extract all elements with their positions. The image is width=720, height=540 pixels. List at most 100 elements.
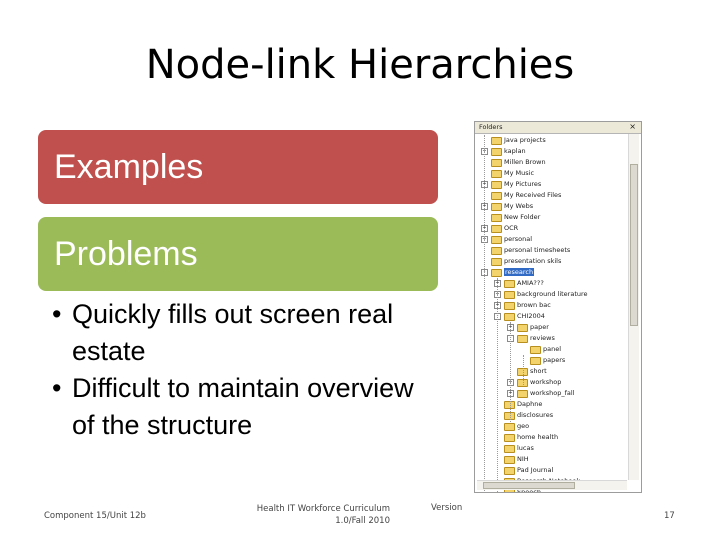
footer-component: Component 15/Unit 12b xyxy=(44,511,146,521)
folder-icon xyxy=(491,137,502,145)
tree-guide-line xyxy=(497,278,498,492)
folder-icon xyxy=(491,247,502,255)
folder-name: disclosures xyxy=(517,411,554,419)
footer-version: Version xyxy=(431,503,463,513)
footer-curriculum: Health IT Workforce Curriculum 1.0/Fall … xyxy=(240,503,390,527)
folder-tree-item[interactable]: + OCR xyxy=(475,223,627,234)
horizontal-scrollbar[interactable] xyxy=(477,480,627,490)
problems-heading-label: Problems xyxy=(54,234,198,273)
folder-tree-item[interactable]: My Received Files xyxy=(475,190,627,201)
bullet-dot: • xyxy=(52,299,62,329)
folder-icon xyxy=(517,390,528,398)
folder-name: brown bac xyxy=(517,301,551,309)
folder-icon xyxy=(491,192,502,200)
folder-name: research xyxy=(504,268,535,276)
folder-icon xyxy=(530,346,541,354)
folder-name: papers xyxy=(543,356,566,364)
folder-tree-item[interactable]: - research xyxy=(475,267,627,278)
tree-guide-line xyxy=(484,135,485,492)
folder-icon xyxy=(504,280,515,288)
folder-name: short xyxy=(530,367,547,375)
folder-icon xyxy=(491,159,502,167)
folder-icon xyxy=(504,423,515,431)
folder-icon xyxy=(504,291,515,299)
folder-name: My Pictures xyxy=(504,180,542,188)
folder-tree-item[interactable]: Millen Brown xyxy=(475,157,627,168)
folder-name: Pad Journal xyxy=(517,466,554,474)
folder-tree-item[interactable]: New Folder xyxy=(475,212,627,223)
folder-tree-rows: Java projects + kaplan Millen Brown My Music… xyxy=(475,135,627,492)
bullet-item: • Quickly fills out screen real estate xyxy=(52,296,442,370)
folder-icon xyxy=(491,258,502,266)
folder-icon xyxy=(491,170,502,178)
folder-icon xyxy=(504,445,515,453)
folder-icon xyxy=(491,214,502,222)
folder-name: personal timesheets xyxy=(504,246,571,254)
folder-icon xyxy=(517,335,528,343)
folder-name: AMIA??? xyxy=(517,279,544,287)
folder-name: My Received Files xyxy=(504,191,562,199)
folder-tree-item[interactable]: My Music xyxy=(475,168,627,179)
examples-heading-band: Examples xyxy=(38,130,438,204)
folder-icon xyxy=(491,269,502,277)
folder-name: OCR xyxy=(504,224,519,232)
folder-icon xyxy=(491,225,502,233)
folder-name: background literature xyxy=(517,290,588,298)
bullet-item: • Difficult to maintain overview of the … xyxy=(52,370,442,444)
folder-icon xyxy=(530,357,541,365)
scrollbar-thumb[interactable] xyxy=(630,164,638,326)
bullet-dot: • xyxy=(52,373,62,403)
folder-icon xyxy=(517,324,528,332)
close-icon[interactable]: × xyxy=(629,122,636,131)
folder-icon xyxy=(504,313,515,321)
page-number: 17 xyxy=(664,511,675,521)
folder-tree-item[interactable]: + personal xyxy=(475,234,627,245)
folder-icon xyxy=(504,467,515,475)
folder-tree-item[interactable]: Java projects xyxy=(475,135,627,146)
vertical-scrollbar[interactable] xyxy=(628,134,639,480)
folder-name: My Music xyxy=(504,169,535,177)
folder-name: reviews xyxy=(530,334,555,342)
scrollbar-thumb[interactable] xyxy=(483,482,575,489)
folder-tree-item[interactable]: + My Pictures xyxy=(475,179,627,190)
folder-name: CHI2004 xyxy=(517,312,545,320)
folder-name: presentation skils xyxy=(504,257,562,265)
folder-name: paper xyxy=(530,323,549,331)
folder-name: panel xyxy=(543,345,562,353)
folder-icon xyxy=(491,181,502,189)
footer-curriculum-line1: Health IT Workforce Curriculum xyxy=(256,504,390,514)
problems-heading-band: Problems xyxy=(38,217,438,291)
folder-name: NIH xyxy=(517,455,529,463)
folder-name: Daphne xyxy=(517,400,543,408)
folder-icon xyxy=(504,302,515,310)
folder-name: workshop_fall xyxy=(530,389,575,397)
examples-heading-label: Examples xyxy=(54,147,204,186)
folder-name: Millen Brown xyxy=(504,158,546,166)
folder-name: geo xyxy=(517,422,530,430)
problem-bullet-list: • Quickly fills out screen real estate •… xyxy=(52,296,442,444)
folder-name: workshop xyxy=(530,378,562,386)
folder-tree-item[interactable]: presentation skils xyxy=(475,256,627,267)
folder-icon xyxy=(504,456,515,464)
folder-tree-item[interactable]: personal timesheets xyxy=(475,245,627,256)
folder-icon xyxy=(491,203,502,211)
slide-title: Node-link Hierarchies xyxy=(145,42,575,88)
folder-name: My Webs xyxy=(504,202,534,210)
tree-guide-line xyxy=(523,355,524,385)
folder-tree-item[interactable]: + kaplan xyxy=(475,146,627,157)
bullet-text: Difficult to maintain overview of the st… xyxy=(72,373,414,440)
folder-name: Java projects xyxy=(504,136,546,144)
folder-tree-screenshot: Folders × Java projects + kaplan Millen Bro… xyxy=(474,121,642,493)
folder-pane-header: Folders × xyxy=(475,122,641,134)
folder-name: home health xyxy=(517,433,559,441)
folder-icon xyxy=(491,236,502,244)
folder-pane-title: Folders xyxy=(479,123,503,131)
footer-curriculum-line2: 1.0/Fall 2010 xyxy=(335,516,390,526)
bullet-text: Quickly fills out screen real estate xyxy=(72,299,394,366)
folder-icon xyxy=(504,434,515,442)
folder-icon xyxy=(491,148,502,156)
folder-name: lucas xyxy=(517,444,534,452)
folder-name: kaplan xyxy=(504,147,526,155)
folder-tree-item[interactable]: + My Webs xyxy=(475,201,627,212)
folder-name: New Folder xyxy=(504,213,541,221)
